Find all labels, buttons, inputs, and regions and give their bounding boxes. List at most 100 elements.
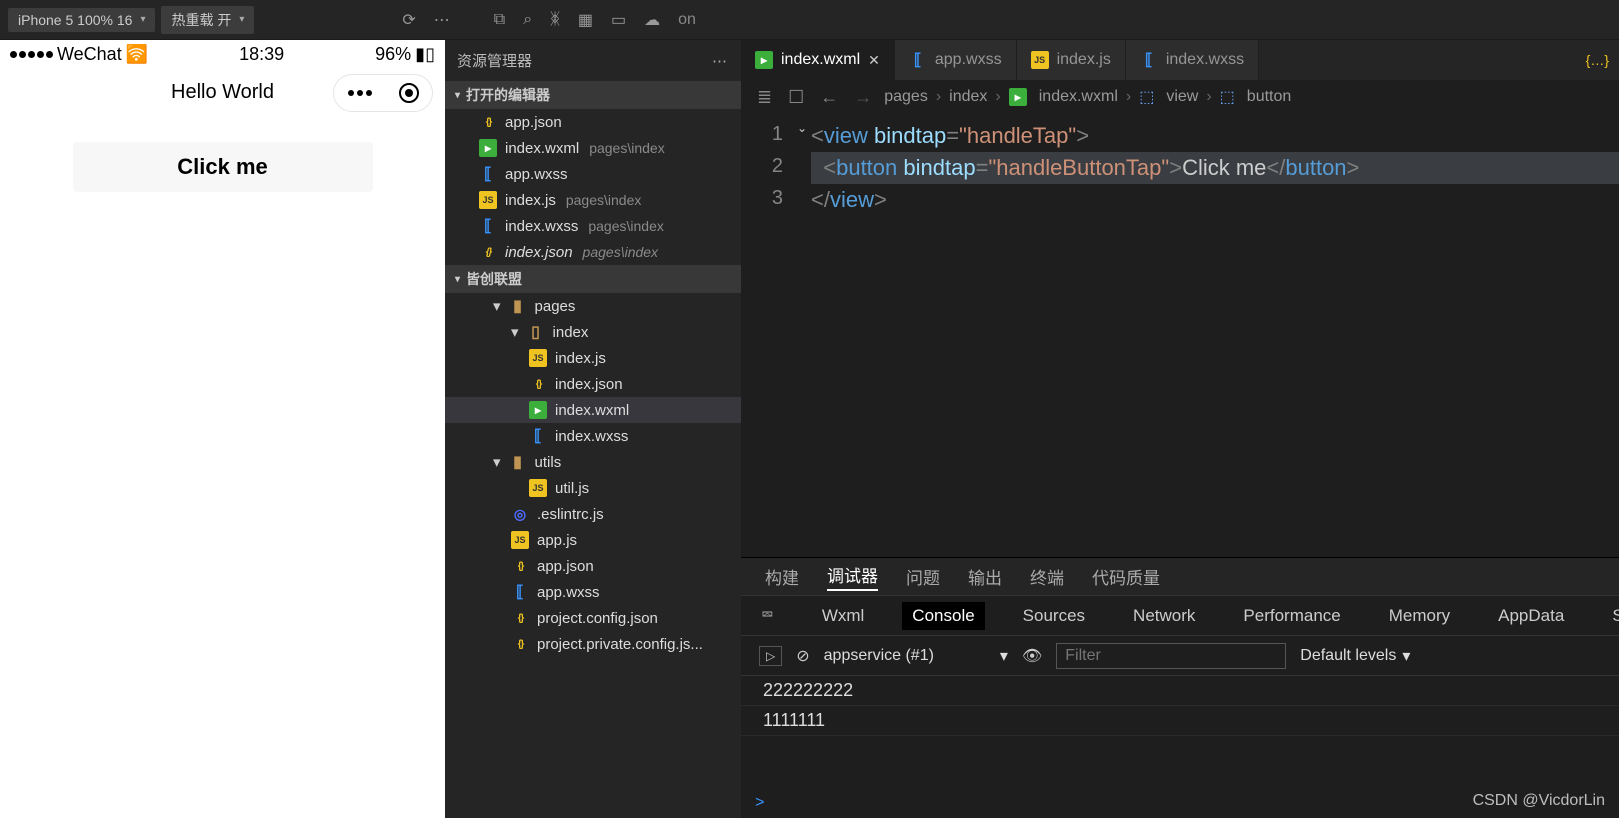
toolbar: iPhone 5 100% 16 热重载 开 ⟳ ⋯ ⧉ ⌕ ᛤ ▦ ▭ ☁ o…	[0, 0, 1619, 40]
folder-pages[interactable]: ▾pages	[445, 293, 741, 319]
capsule-menu-icon[interactable]	[348, 90, 372, 96]
file-util-js[interactable]: util.js	[445, 475, 741, 501]
panel-tab[interactable]: 构建	[765, 564, 799, 589]
signal-icon	[10, 51, 53, 58]
devtools-tab[interactable]: Storag	[1602, 602, 1619, 630]
sim-statusbar: WeChat 🛜 18:39 96% ▮▯	[0, 40, 445, 68]
close-icon[interactable]: ✕	[868, 52, 880, 69]
wxss-icon	[479, 217, 497, 235]
breadcrumb-item[interactable]: index.wxml	[1039, 88, 1118, 106]
hot-reload-toggle[interactable]: 热重载 开	[161, 6, 254, 34]
open-editor-item[interactable]: index.wxmlpages\index	[445, 135, 741, 161]
wxss-icon	[1140, 51, 1158, 69]
open-editor-item[interactable]: index.jspages\index	[445, 187, 741, 213]
log-entry[interactable]: 222222222	[741, 676, 1619, 706]
file-item[interactable]: app.json	[445, 553, 741, 579]
wxml-icon	[479, 139, 497, 157]
console-output[interactable]: 2222222221111111	[741, 676, 1619, 788]
js-icon	[1031, 51, 1049, 69]
panel-tab[interactable]: 代码质量	[1092, 564, 1160, 589]
file-item[interactable]: .eslintrc.js	[445, 501, 741, 527]
panel-tab[interactable]: 问题	[906, 564, 940, 589]
device-picker[interactable]: iPhone 5 100% 16	[8, 8, 155, 32]
git-icon[interactable]: ᛤ	[544, 7, 566, 33]
run-icon[interactable]: ▭	[605, 6, 632, 34]
devtools-tab[interactable]: Memory	[1379, 602, 1460, 630]
devtools-tab[interactable]: Network	[1123, 602, 1205, 630]
devtools-tab[interactable]: Wxml	[812, 602, 874, 630]
json-icon	[511, 635, 529, 653]
context-select[interactable]: appservice (#1)▾	[824, 646, 1008, 666]
levels-select[interactable]: Default levels ▾	[1300, 646, 1410, 666]
js-icon	[529, 349, 547, 367]
editor-tab[interactable]: index.js	[1017, 40, 1126, 80]
editor-tab[interactable]: index.wxss	[1126, 40, 1259, 80]
battery-icon: ▮▯	[415, 44, 435, 65]
capsule-close-icon[interactable]	[399, 83, 419, 103]
file-item[interactable]: project.private.config.js...	[445, 631, 741, 657]
explorer-more-icon[interactable]: ⋯	[712, 52, 729, 70]
eye-icon[interactable]: 👁	[1022, 646, 1042, 666]
breadcrumb-item[interactable]: pages	[884, 88, 928, 106]
click-me-button[interactable]: Click me	[73, 142, 373, 192]
devtools-tab[interactable]: Console	[902, 602, 984, 630]
wxml-icon	[755, 51, 773, 69]
breadcrumb[interactable]: pages›index›index.wxml›⬚view›⬚button	[884, 87, 1291, 107]
devtools-tabs: ⮹ Wxml Console Sources Network Performance Me…	[741, 596, 1619, 636]
file-item[interactable]: index.wxml	[445, 397, 741, 423]
explorer-title: 资源管理器	[457, 50, 532, 71]
open-editor-item[interactable]: app.json	[445, 109, 741, 135]
open-editor-item[interactable]: index.jsonpages\index	[445, 239, 741, 265]
open-editor-item[interactable]: app.wxss	[445, 161, 741, 187]
filter-input[interactable]	[1056, 643, 1286, 669]
bookmark-icon[interactable]: ☐	[784, 87, 808, 108]
panel-tab[interactable]: 输出	[968, 564, 1002, 589]
folder-icon	[527, 323, 545, 341]
editor-tab[interactable]: index.wxml✕	[741, 40, 895, 80]
clear-icon[interactable]: ⊘	[796, 646, 809, 666]
file-item[interactable]: index.wxss	[445, 423, 741, 449]
capsule[interactable]	[333, 74, 433, 112]
folder-utils[interactable]: ▾utils	[445, 449, 741, 475]
open-editor-item[interactable]: index.wxsspages\index	[445, 213, 741, 239]
breadcrumb-item[interactable]: view	[1166, 88, 1198, 106]
docker-icon[interactable]: ☁	[638, 6, 666, 34]
json-icon	[529, 375, 547, 393]
carrier-label: WeChat	[57, 44, 122, 65]
file-item[interactable]: index.json	[445, 371, 741, 397]
file-item[interactable]: app.js	[445, 527, 741, 553]
element-picker-icon[interactable]: ⮹	[761, 607, 774, 625]
code-editor[interactable]: 123 ⌄ <view bindtap="handleTap"> <button…	[741, 114, 1619, 557]
log-entry[interactable]: 1111111	[741, 706, 1619, 736]
panel-tabs: 构建 调试器 问题 输出 终端 代码质量	[741, 558, 1619, 596]
folder-index[interactable]: ▾index	[445, 319, 741, 345]
more-icon[interactable]: ⋯	[428, 6, 456, 34]
run-icon[interactable]: ▷	[759, 646, 782, 666]
fold-icon[interactable]: ⌄	[797, 120, 807, 137]
file-item[interactable]: index.js	[445, 345, 741, 371]
open-editors-section[interactable]: 打开的编辑器	[445, 81, 741, 109]
breadcrumb-item[interactable]: button	[1247, 88, 1291, 106]
files-icon[interactable]: ⧉	[488, 7, 511, 33]
wxss-icon	[529, 427, 547, 445]
devtools-tab[interactable]: Performance	[1233, 602, 1350, 630]
main-layout: WeChat 🛜 18:39 96% ▮▯ Hello World Click …	[0, 40, 1619, 818]
wifi-icon: 🛜	[126, 44, 148, 65]
back-icon[interactable]: ←	[816, 87, 842, 108]
extensions-icon[interactable]: ▦	[572, 6, 599, 34]
list-icon[interactable]: ≣	[753, 87, 776, 108]
project-section[interactable]: 皆创联盟	[445, 265, 741, 293]
search-icon[interactable]: ⌕	[517, 7, 538, 33]
devtools-tab[interactable]: Sources	[1013, 602, 1095, 630]
forward-icon[interactable]: →	[850, 87, 876, 108]
watermark: CSDN @VicdorLin	[1473, 792, 1605, 810]
panel-tab[interactable]: 调试器	[827, 562, 878, 591]
file-item[interactable]: project.config.json	[445, 605, 741, 631]
breadcrumb-item[interactable]: index	[949, 88, 987, 106]
tabbar-extras[interactable]: {…}	[1576, 40, 1619, 80]
file-item[interactable]: app.wxss	[445, 579, 741, 605]
panel-tab[interactable]: 终端	[1030, 564, 1064, 589]
devtools-tab[interactable]: AppData	[1488, 602, 1574, 630]
refresh-icon[interactable]: ⟳	[396, 6, 421, 34]
editor-tab[interactable]: app.wxss	[895, 40, 1017, 80]
